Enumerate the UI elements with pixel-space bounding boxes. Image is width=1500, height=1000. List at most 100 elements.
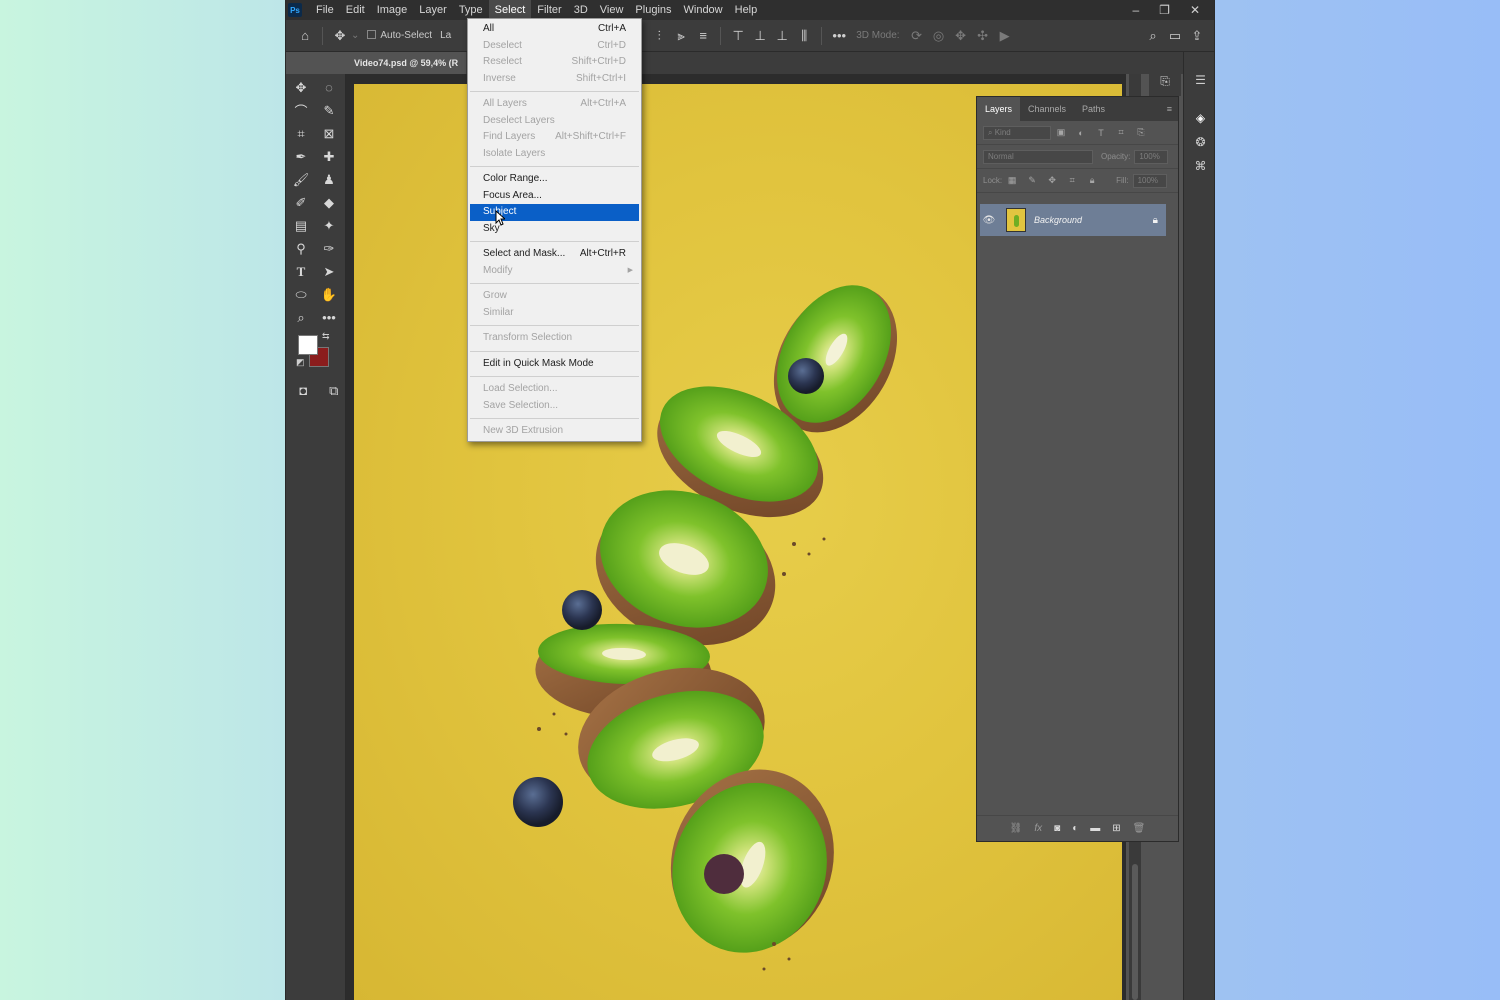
eyedropper-tool-icon[interactable]: ✒ <box>288 147 314 166</box>
zoom-tool-icon[interactable]: ⌕ <box>288 308 314 327</box>
gradient-tool-icon[interactable]: ▤ <box>288 216 314 235</box>
layer-dropdown[interactable]: La <box>440 30 451 41</box>
lasso-tool-icon[interactable]: ⌒ <box>288 101 314 120</box>
tab-paths[interactable]: Paths <box>1074 97 1113 121</box>
layer-lock-icon[interactable]: 🔒︎ <box>1153 215 1166 226</box>
menu-image[interactable]: Image <box>371 0 414 20</box>
brush-tool-icon[interactable]: 🖌 <box>288 170 314 189</box>
menu-type[interactable]: Type <box>453 0 489 20</box>
foreground-color-swatch[interactable] <box>298 335 318 355</box>
move-tool-icon[interactable]: ✥ <box>288 78 314 97</box>
menu-help[interactable]: Help <box>729 0 764 20</box>
menu-item-save-selection[interactable]: Save Selection... <box>468 398 641 415</box>
more-options-icon[interactable]: ••• <box>828 25 850 47</box>
3d-camera-icon[interactable]: ▶ <box>994 25 1016 47</box>
panel-menu-icon[interactable]: ≡ <box>1167 104 1178 114</box>
align-right-icon[interactable]: ⫸ <box>670 25 692 47</box>
workspace-icon[interactable]: ▭ <box>1164 25 1186 47</box>
adjustment-filter-icon[interactable]: ◐ <box>1075 127 1087 139</box>
new-group-icon[interactable]: ▬ <box>1090 823 1100 834</box>
menu-item-find-layers[interactable]: Find Layers Alt+Shift+Ctrl+F <box>468 129 641 146</box>
lock-image-icon[interactable]: ✎ <box>1026 175 1038 187</box>
align-center-icon[interactable]: ⫶ <box>648 25 670 47</box>
menu-item-select-and-mask[interactable]: Select and Mask... Alt+Ctrl+R <box>468 246 641 263</box>
menu-window[interactable]: Window <box>678 0 729 20</box>
tab-layers[interactable]: Layers <box>977 97 1021 121</box>
move-tool-preset-icon[interactable]: ✥ <box>329 25 351 47</box>
menu-item-deselect[interactable]: Deselect Ctrl+D <box>468 38 641 55</box>
menu-item-transform-selection[interactable]: Transform Selection <box>468 330 641 347</box>
menu-layer[interactable]: Layer <box>413 0 453 20</box>
menu-item-sky[interactable]: Sky <box>468 221 641 238</box>
menu-item-isolate-layers[interactable]: Isolate Layers <box>468 146 641 163</box>
shape-filter-icon[interactable]: ⌗ <box>1115 127 1127 139</box>
layers-dock-icon[interactable]: ◈ <box>1184 106 1214 130</box>
align-middle-icon[interactable]: ⊥ <box>749 25 771 47</box>
link-layers-icon[interactable]: ⛓ <box>1010 823 1023 834</box>
menu-plugins[interactable]: Plugins <box>629 0 677 20</box>
menu-item-focus-area[interactable]: Focus Area... <box>468 188 641 205</box>
new-layer-icon[interactable]: ⊞ <box>1112 823 1120 834</box>
lock-position-icon[interactable]: ✥ <box>1046 175 1058 187</box>
path-selection-tool-icon[interactable]: ➤ <box>316 262 342 281</box>
default-colors-icon[interactable]: ◩ <box>296 357 305 368</box>
auto-select-checkbox[interactable] <box>367 29 380 42</box>
3d-roll-icon[interactable]: ◎ <box>928 25 950 47</box>
screen-mode-icon[interactable]: ⧉ <box>323 381 346 400</box>
lock-all-icon[interactable]: 🔒︎ <box>1086 175 1098 187</box>
menu-file[interactable]: File <box>310 0 340 20</box>
lock-transparent-icon[interactable]: ▦ <box>1006 175 1018 187</box>
history-dock-icon[interactable]: ⎘ <box>1149 66 1181 96</box>
crop-tool-icon[interactable]: ⌗ <box>288 124 314 143</box>
history-brush-tool-icon[interactable]: ✐ <box>288 193 314 212</box>
quick-select-tool-icon[interactable]: ✎ <box>316 101 342 120</box>
swap-colors-icon[interactable]: ⇆ <box>322 331 330 342</box>
menu-item-edit-in-quick-mask-mode[interactable]: Edit in Quick Mask Mode <box>468 356 641 373</box>
stamp-tool-icon[interactable]: ♟ <box>316 170 342 189</box>
marquee-tool-icon[interactable]: ◌ <box>316 78 342 97</box>
dodge-tool-icon[interactable]: ⚲ <box>288 239 314 258</box>
menu-filter[interactable]: Filter <box>531 0 567 20</box>
menu-item-color-range[interactable]: Color Range... <box>468 171 641 188</box>
menu-select[interactable]: Select <box>488 0 532 20</box>
visibility-eye-icon[interactable]: 👁︎ <box>980 215 998 226</box>
distribute-icon[interactable]: ≡ <box>692 25 714 47</box>
blur-tool-icon[interactable]: ✦ <box>316 216 342 235</box>
chevron-down-icon[interactable]: ⌄ <box>351 30 359 41</box>
paths-dock-icon[interactable]: ⌘ <box>1184 154 1214 178</box>
quick-mask-icon[interactable]: ◘ <box>292 381 315 400</box>
layer-style-icon[interactable]: fx <box>1034 823 1042 834</box>
hand-tool-icon[interactable]: ✋ <box>316 285 342 304</box>
opacity-input[interactable]: 100% <box>1134 149 1169 164</box>
3d-slide-icon[interactable]: ✣ <box>972 25 994 47</box>
lock-artboard-icon[interactable]: ⌗ <box>1066 175 1078 187</box>
adjustment-layer-icon[interactable]: ◐ <box>1072 823 1078 834</box>
type-filter-icon[interactable]: T <box>1095 127 1107 139</box>
layer-search-input[interactable]: ⌕ Kind <box>983 125 1051 140</box>
close-icon[interactable]: ✕ <box>1190 3 1200 17</box>
more-tools-icon[interactable]: ••• <box>316 308 342 327</box>
eraser-tool-icon[interactable]: ◆ <box>316 193 342 212</box>
menu-item-modify[interactable]: Modify ▶ <box>468 263 641 280</box>
blend-mode-select[interactable]: Normal <box>983 149 1093 164</box>
menu-3d[interactable]: 3D <box>568 0 594 20</box>
menu-item-new-3d-extrusion[interactable]: New 3D Extrusion <box>468 423 641 440</box>
properties-icon[interactable]: ☰ <box>1184 68 1214 92</box>
align-bottom-icon[interactable]: ⊥ <box>771 25 793 47</box>
align-top-icon[interactable]: ⊤ <box>727 25 749 47</box>
menu-item-load-selection[interactable]: Load Selection... <box>468 381 641 398</box>
minimize-icon[interactable]: – <box>1132 3 1139 17</box>
menu-item-deselect-layers[interactable]: Deselect Layers <box>468 113 641 130</box>
smart-object-filter-icon[interactable]: ⎘ <box>1135 127 1147 139</box>
share-icon[interactable]: ⇪ <box>1186 25 1208 47</box>
home-icon[interactable]: ⌂ <box>294 25 316 47</box>
menu-view[interactable]: View <box>594 0 630 20</box>
layer-row-background[interactable]: 👁︎ Background 🔒︎ <box>980 204 1166 236</box>
scroll-thumb[interactable] <box>1132 864 1138 1000</box>
delete-layer-icon[interactable]: 🗑︎ <box>1133 823 1146 834</box>
menu-edit[interactable]: Edit <box>340 0 371 20</box>
healing-brush-tool-icon[interactable]: ✚ <box>316 147 342 166</box>
frame-tool-icon[interactable]: ⊠ <box>316 124 342 143</box>
channels-dock-icon[interactable]: ❂ <box>1184 130 1214 154</box>
menu-item-grow[interactable]: Grow <box>468 288 641 305</box>
